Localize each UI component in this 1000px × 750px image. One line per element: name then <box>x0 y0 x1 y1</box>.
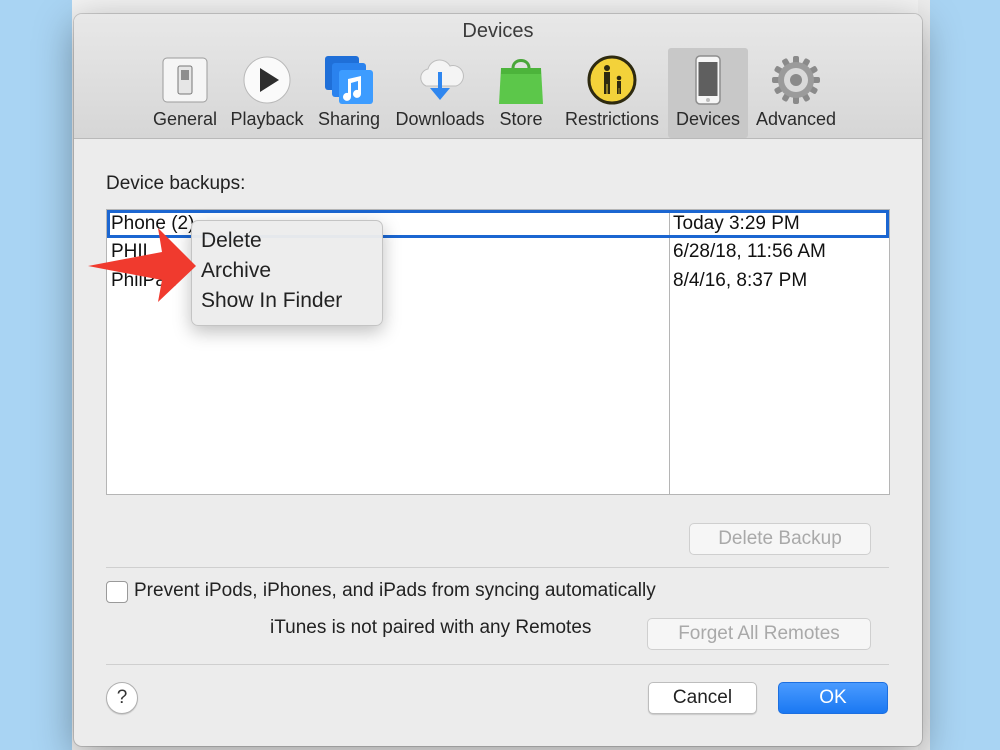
tab-restrictions[interactable]: Restrictions <box>560 48 664 138</box>
prevent-sync-checkbox[interactable] <box>106 581 128 603</box>
delete-backup-button[interactable]: Delete Backup <box>689 523 871 555</box>
shopping-bag-icon <box>499 59 543 104</box>
download-cloud-icon <box>420 59 464 100</box>
tab-advanced[interactable]: Advanced <box>752 48 840 138</box>
prevent-sync-label: Prevent iPods, iPhones, and iPads from s… <box>134 580 656 601</box>
tab-label: General <box>152 109 218 129</box>
section-divider <box>106 664 889 665</box>
backup-date: 6/28/18, 11:56 AM <box>673 241 826 262</box>
parental-restrictions-icon <box>587 55 637 105</box>
general-switch-icon <box>162 57 208 103</box>
backup-date: Today 3:29 PM <box>673 213 800 234</box>
tab-sharing[interactable]: Sharing <box>312 48 386 138</box>
tab-devices[interactable]: Devices <box>668 48 748 138</box>
tab-downloads[interactable]: Downloads <box>392 48 488 138</box>
tab-label: Devices <box>675 109 741 129</box>
tab-label: Downloads <box>395 109 485 129</box>
play-icon <box>243 56 291 104</box>
sharing-music-icon <box>325 56 373 104</box>
context-menu: Delete Archive Show In Finder <box>191 220 383 326</box>
tab-label: Advanced <box>755 109 837 129</box>
help-button[interactable]: ? <box>106 682 138 714</box>
menu-item-delete[interactable]: Delete <box>201 229 262 253</box>
dialog-title: Devices <box>462 20 534 42</box>
tab-label: Playback <box>230 109 304 129</box>
annotation-arrow-icon <box>88 228 196 302</box>
remotes-status-text: iTunes is not paired with any Remotes <box>270 617 592 638</box>
menu-item-archive[interactable]: Archive <box>201 259 271 283</box>
section-divider <box>106 567 889 568</box>
preferences-dialog: Devices General Playback Sharing Downloa… <box>74 14 922 746</box>
cancel-button[interactable]: Cancel <box>648 682 757 714</box>
gear-icon <box>772 56 820 104</box>
menu-item-show-in-finder[interactable]: Show In Finder <box>201 289 342 313</box>
backup-date: 8/4/16, 8:37 PM <box>673 270 808 291</box>
tab-store[interactable]: Store <box>494 48 548 138</box>
tab-label: Store <box>499 109 543 129</box>
tab-playback[interactable]: Playback <box>228 48 306 138</box>
tab-label: Sharing <box>317 109 381 129</box>
iphone-icon <box>695 55 721 105</box>
forget-all-remotes-button[interactable]: Forget All Remotes <box>647 618 871 650</box>
tab-general[interactable]: General <box>142 48 228 138</box>
preferences-toolbar: Devices General Playback Sharing Downloa… <box>74 14 922 139</box>
device-backups-label: Device backups: <box>106 173 246 194</box>
tab-label: Restrictions <box>564 109 660 129</box>
ok-button[interactable]: OK <box>778 682 888 714</box>
